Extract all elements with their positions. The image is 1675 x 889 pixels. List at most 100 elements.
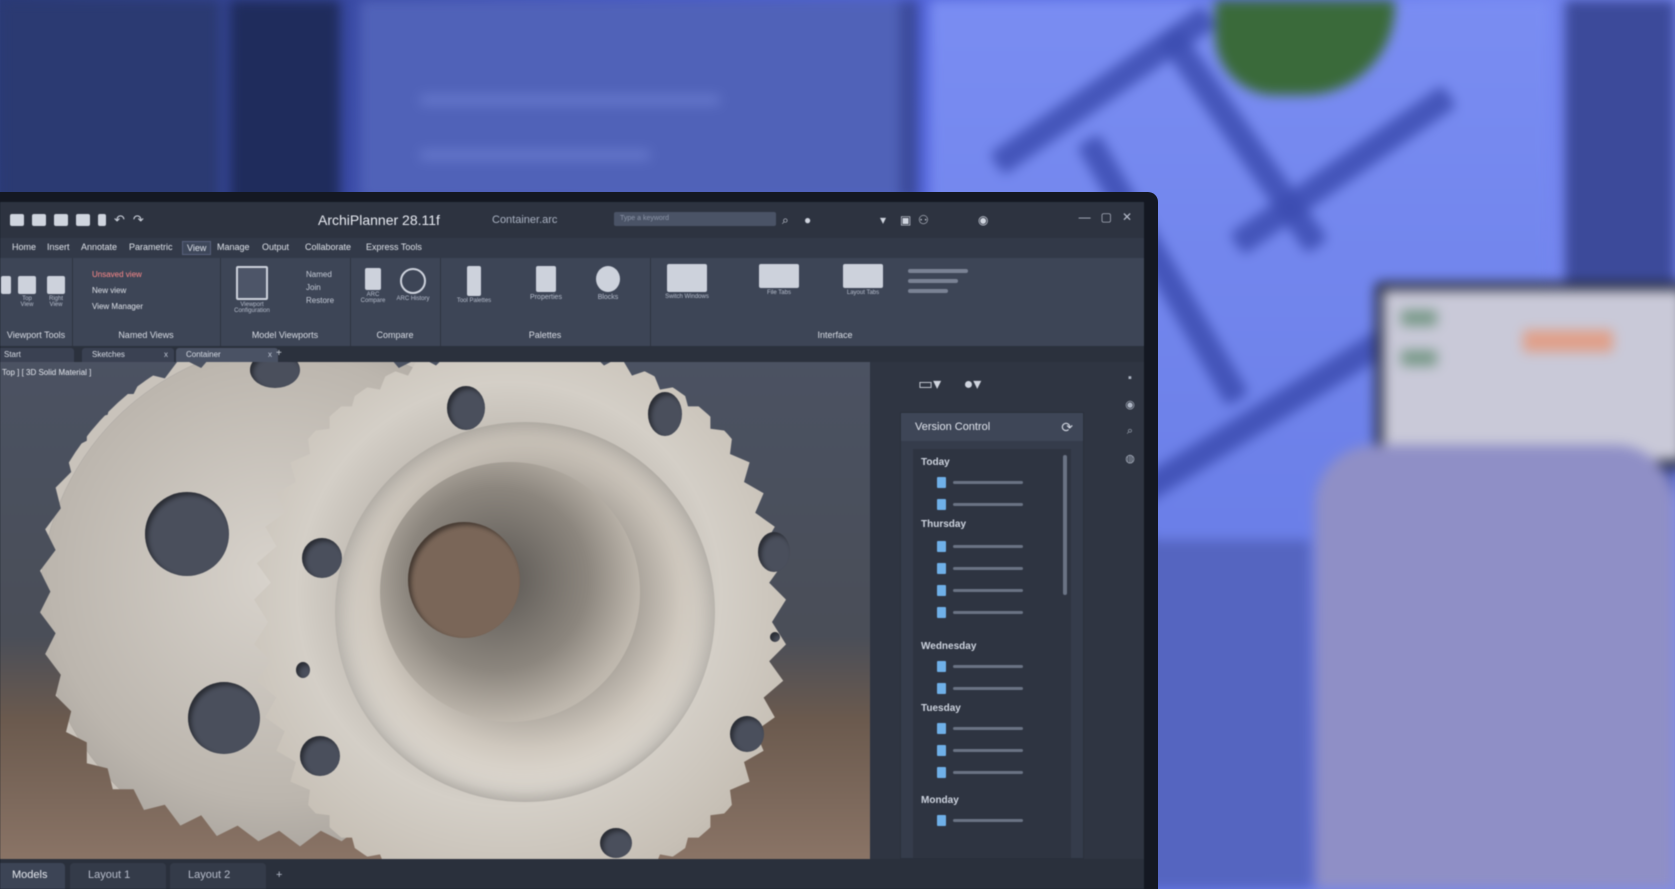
search-icon[interactable]: ⌕ xyxy=(1122,425,1138,438)
panel-label: Viewport Tools xyxy=(6,330,66,340)
tab-express-tools[interactable]: Express Tools xyxy=(366,242,422,252)
share-icon[interactable]: ⚇ xyxy=(918,213,929,227)
shelf xyxy=(1140,540,1310,889)
bolt-hole xyxy=(730,716,764,752)
version-item[interactable] xyxy=(937,541,1047,552)
side-pane: ▭▾ ●▾ Version Control ⟳ Today Thursday W… xyxy=(870,362,1144,859)
right-view-button[interactable]: Right View xyxy=(44,276,68,308)
close-icon[interactable]: x xyxy=(268,348,272,362)
print-icon[interactable] xyxy=(76,214,90,226)
model-viewports-panel: Viewport Configuration Named Join Restor… xyxy=(220,258,351,346)
version-item[interactable] xyxy=(937,745,1047,756)
maximize-icon[interactable]: ▢ xyxy=(1101,210,1112,224)
eye-icon[interactable]: ◉ xyxy=(1122,398,1138,411)
properties-button[interactable]: Properties xyxy=(524,266,568,301)
search-input[interactable]: Type a keyword xyxy=(614,212,776,226)
scrollbar[interactable] xyxy=(1063,455,1067,595)
version-item[interactable] xyxy=(937,477,1047,488)
version-group-day: Thursday xyxy=(921,519,967,530)
search-icon[interactable]: ⌕ xyxy=(782,213,789,228)
bolt-hole xyxy=(770,632,780,642)
history-icon xyxy=(400,268,426,294)
version-item[interactable] xyxy=(937,661,1047,672)
version-item[interactable] xyxy=(937,723,1047,734)
add-layout-icon[interactable]: + xyxy=(270,863,288,889)
view-cube-button[interactable] xyxy=(0,276,12,296)
tab-manage[interactable]: Manage xyxy=(217,242,250,252)
open-folder-icon[interactable] xyxy=(32,214,46,226)
cube-icon xyxy=(1,276,11,294)
version-item[interactable] xyxy=(937,767,1047,778)
refresh-icon[interactable]: ⟳ xyxy=(1061,419,1073,436)
layout-tabs-button[interactable]: Layout Tabs xyxy=(838,264,888,296)
tab-collaborate[interactable]: Collaborate xyxy=(305,242,351,252)
named-views-panel: Unsaved view New view View Manager Named… xyxy=(72,258,221,346)
viewport-label: Top ] [ 3D Solid Material ] xyxy=(2,368,92,377)
tab-annotate[interactable]: Annotate xyxy=(81,242,117,252)
tab-view[interactable]: View xyxy=(182,241,212,255)
tab-output[interactable]: Output xyxy=(262,242,289,252)
mobile-icon[interactable] xyxy=(98,214,106,226)
close-icon[interactable]: ✕ xyxy=(1122,210,1132,224)
user-icon[interactable]: ●▾ xyxy=(964,376,982,393)
file-tabs-button[interactable]: File Tabs xyxy=(754,264,804,296)
window-controls: — ▢ ✕ xyxy=(1079,210,1132,224)
new-view-item[interactable]: New view xyxy=(92,286,126,295)
unsaved-view-item[interactable]: Unsaved view xyxy=(92,270,142,279)
version-item[interactable] xyxy=(937,563,1047,574)
save-icon[interactable] xyxy=(54,214,68,226)
file-icon xyxy=(937,499,946,510)
compare-panel: ARC Compare ARC History Compare xyxy=(350,258,441,346)
tab-models[interactable]: Models xyxy=(0,863,66,889)
minimize-icon[interactable]: — xyxy=(1079,210,1091,224)
chevron-down-icon[interactable]: ▾ xyxy=(880,213,886,227)
pin-icon[interactable]: ▪ xyxy=(1122,372,1138,384)
blocks-button[interactable]: Blocks xyxy=(588,266,628,301)
tool-palettes-icon xyxy=(467,266,481,296)
tool-palettes-button[interactable]: Tool Palettes xyxy=(454,266,494,304)
gear-hole xyxy=(188,682,260,754)
viewport-icon xyxy=(236,266,268,300)
tab-layout-2[interactable]: Layout 2 xyxy=(170,863,266,889)
version-item[interactable] xyxy=(937,585,1047,596)
version-item[interactable] xyxy=(937,815,1047,826)
version-item[interactable] xyxy=(937,607,1047,618)
redo-icon[interactable]: ↷ xyxy=(133,213,144,226)
cube-icon xyxy=(18,276,36,294)
version-group-day: Wednesday xyxy=(921,641,977,652)
tab-layout-1[interactable]: Layout 1 xyxy=(70,863,166,889)
join-viewports-item[interactable]: Join xyxy=(306,283,321,292)
tab-home[interactable]: Home xyxy=(12,242,36,252)
view-manager-item[interactable]: View Manager xyxy=(92,302,143,311)
tab-container[interactable]: Container x xyxy=(176,348,278,362)
bookmark-icon[interactable]: ▣ xyxy=(900,213,911,227)
restore-viewports-item[interactable]: Restore xyxy=(306,296,334,305)
help-icon[interactable]: ◉ xyxy=(978,213,988,227)
settings-icon[interactable]: ◍ xyxy=(1122,452,1138,465)
version-group-day: Monday xyxy=(921,795,959,806)
close-icon[interactable]: x xyxy=(164,348,168,362)
toolbars-list[interactable] xyxy=(908,266,978,299)
tab-parametric[interactable]: Parametric xyxy=(129,242,173,252)
named-viewports-item[interactable]: Named xyxy=(306,270,332,279)
display-icon[interactable]: ▭▾ xyxy=(918,376,941,393)
version-item[interactable] xyxy=(937,499,1047,510)
undo-icon[interactable]: ↶ xyxy=(114,213,125,226)
side-strip-toolbar: ▪ ◉ ⌕ ◍ xyxy=(1122,372,1138,479)
tab-sketches[interactable]: Sketches x xyxy=(82,348,174,362)
model-viewport[interactable]: Top ] [ 3D Solid Material ] xyxy=(0,362,870,859)
file-icon xyxy=(937,661,946,672)
monitor: ↶ ↷ ArchiPlanner 28.11f Container.arc Ty… xyxy=(0,192,1158,889)
tab-start[interactable]: Start xyxy=(0,348,74,362)
arc-history-button[interactable]: ARC History xyxy=(396,268,430,302)
tab-insert[interactable]: Insert xyxy=(47,242,70,252)
add-tab-icon[interactable]: + xyxy=(276,348,282,359)
viewport-config-button[interactable]: Viewport Configuration xyxy=(232,266,272,314)
switch-windows-button[interactable]: Switch Windows xyxy=(660,264,714,300)
arc-compare-button[interactable]: ARC Compare xyxy=(356,268,390,304)
new-file-icon[interactable] xyxy=(10,214,24,226)
version-item[interactable] xyxy=(937,683,1047,694)
user-icon[interactable]: ● xyxy=(804,213,811,227)
version-control-panel: Version Control ⟳ Today Thursday Wednesd… xyxy=(900,412,1084,859)
top-view-button[interactable]: Top View xyxy=(16,276,38,308)
